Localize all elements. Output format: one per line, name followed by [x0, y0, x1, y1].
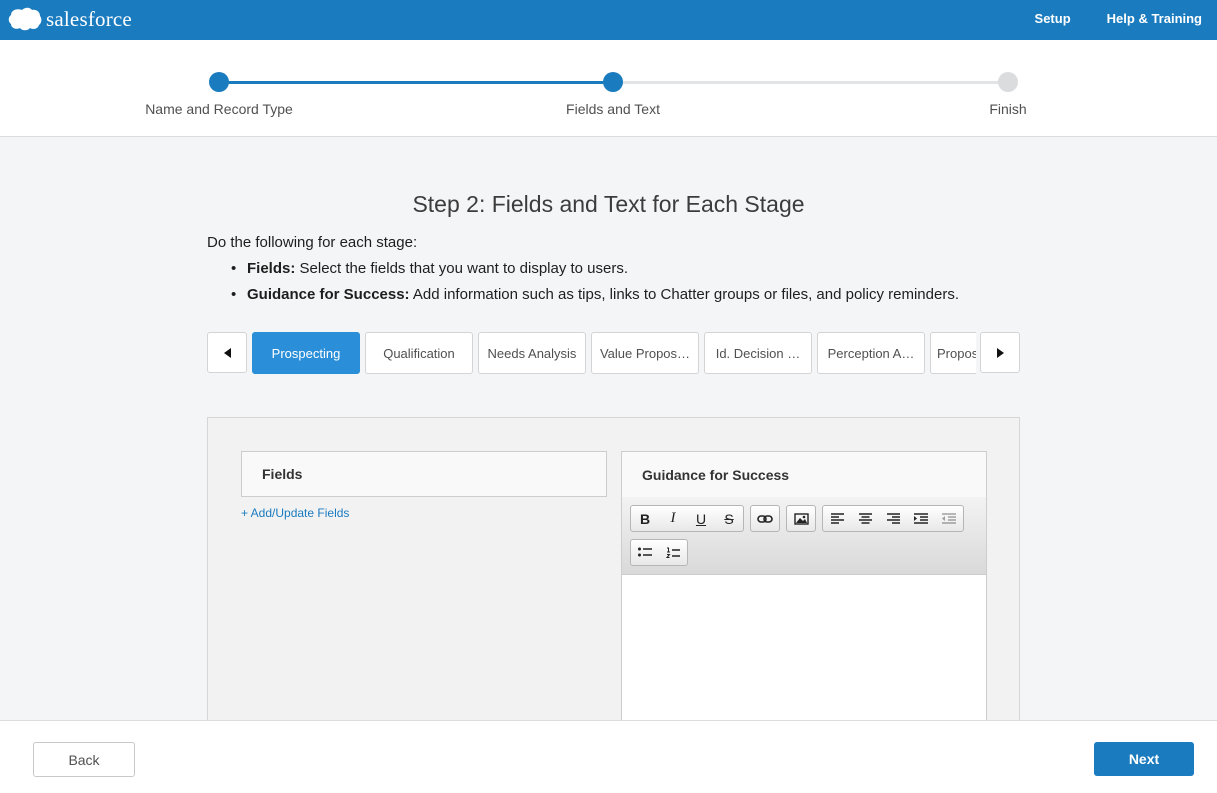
- format-button-group: B I U S: [630, 505, 744, 532]
- outdent-button[interactable]: [935, 506, 963, 531]
- step-2-label: Fields and Text: [566, 101, 660, 117]
- progress-line-remaining: [613, 81, 1008, 84]
- cloud-logo-icon: [8, 7, 42, 31]
- outdent-icon: [942, 513, 956, 524]
- align-center-button[interactable]: [851, 506, 879, 531]
- header-links: Setup Help & Training: [999, 0, 1202, 36]
- caret-left-icon: [223, 347, 231, 358]
- insert-image-button[interactable]: [787, 506, 815, 531]
- stage-tab-strip: Prospecting Qualification Needs Analysis…: [207, 332, 1020, 374]
- stage-tab-prospecting[interactable]: Prospecting: [252, 332, 360, 374]
- indent-icon: [914, 513, 928, 524]
- align-center-icon: [858, 513, 872, 524]
- scroll-right-button[interactable]: [980, 332, 1020, 373]
- scroll-left-button[interactable]: [207, 332, 247, 373]
- stage-tab-id-decision[interactable]: Id. Decision …: [704, 332, 812, 374]
- instruction-list: Fields: Select the fields that you want …: [227, 260, 959, 312]
- wizard-progress: Name and Record Type Fields and Text Fin…: [0, 40, 1217, 137]
- align-left-button[interactable]: [823, 506, 851, 531]
- bulleted-list-icon: [638, 547, 652, 557]
- instruction-term: Guidance for Success:: [247, 286, 410, 303]
- align-right-button[interactable]: [879, 506, 907, 531]
- numbered-list-button[interactable]: [659, 540, 687, 565]
- stage-content-panel: Fields + Add/Update Fields Guidance for …: [207, 417, 1020, 749]
- intro-text: Do the following for each stage:: [207, 234, 418, 251]
- bulleted-list-button[interactable]: [631, 540, 659, 565]
- stage-tabs: Prospecting Qualification Needs Analysis…: [252, 332, 976, 374]
- numbered-list-icon: [666, 547, 680, 558]
- back-button[interactable]: Back: [33, 742, 135, 777]
- instruction-item: Fields: Select the fields that you want …: [227, 260, 959, 286]
- stage-tab-perception-analysis[interactable]: Perception A…: [817, 332, 925, 374]
- help-training-link[interactable]: Help & Training: [1107, 11, 1202, 26]
- instruction-text: Select the fields that you want to displ…: [295, 260, 629, 277]
- image-button-group: [786, 505, 816, 532]
- fields-section-header: Fields: [241, 451, 607, 497]
- stage-tab-proposal[interactable]: Propos: [930, 332, 976, 374]
- wizard-footer: Back Next: [0, 720, 1217, 793]
- indent-button[interactable]: [907, 506, 935, 531]
- image-icon: [793, 512, 809, 525]
- instruction-text: Add information such as tips, links to C…: [409, 286, 959, 303]
- caret-right-icon: [996, 347, 1004, 358]
- step-1-marker: [209, 72, 229, 92]
- stage-tab-needs-analysis[interactable]: Needs Analysis: [478, 332, 586, 374]
- alignment-button-group: [822, 505, 964, 532]
- setup-link[interactable]: Setup: [1035, 11, 1071, 26]
- logo-wordmark: salesforce: [46, 6, 132, 31]
- rich-text-toolbar: B I U S: [621, 497, 987, 574]
- top-navigation-bar: salesforce Setup Help & Training: [0, 0, 1217, 40]
- progress-line-complete: [219, 81, 613, 84]
- step-3-marker: [998, 72, 1018, 92]
- align-left-icon: [830, 513, 844, 524]
- list-button-group: [630, 539, 688, 566]
- link-icon: [757, 514, 773, 523]
- next-button[interactable]: Next: [1094, 742, 1194, 776]
- page-title: Step 2: Fields and Text for Each Stage: [412, 191, 805, 217]
- insert-link-button[interactable]: [751, 506, 779, 531]
- stage-tab-qualification[interactable]: Qualification: [365, 332, 473, 374]
- italic-button[interactable]: I: [659, 506, 687, 531]
- link-button-group: [750, 505, 780, 532]
- guidance-title: Guidance for Success: [642, 466, 790, 483]
- instruction-term: Fields:: [247, 260, 296, 277]
- strikethrough-button[interactable]: S: [715, 506, 743, 531]
- align-right-icon: [886, 513, 900, 524]
- add-update-fields-link[interactable]: + Add/Update Fields: [241, 506, 349, 520]
- instruction-item: Guidance for Success: Add information su…: [227, 286, 959, 312]
- underline-button[interactable]: U: [687, 506, 715, 531]
- fields-title: Fields: [262, 466, 303, 482]
- step-1-label: Name and Record Type: [145, 101, 293, 117]
- salesforce-logo[interactable]: salesforce: [8, 4, 132, 34]
- stage-tab-value-proposition[interactable]: Value Propos…: [591, 332, 699, 374]
- guidance-section-header: Guidance for Success: [621, 451, 987, 498]
- step-2-marker: [603, 72, 623, 92]
- bold-button[interactable]: B: [631, 506, 659, 531]
- step-3-label: Finish: [989, 101, 1027, 117]
